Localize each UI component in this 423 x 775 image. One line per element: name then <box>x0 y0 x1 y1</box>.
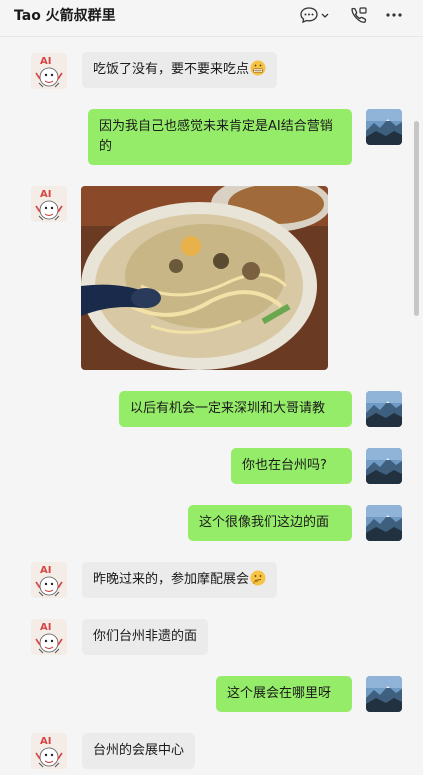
message-text: 你也在台州吗? <box>242 458 327 473</box>
message-bubble-incoming[interactable]: 吃饭了没有，要不要来吃点 <box>82 52 278 88</box>
avatar[interactable] <box>366 391 402 427</box>
phone-video-icon[interactable] <box>347 4 369 26</box>
message-text: 这个很像我们这边的面 <box>199 515 330 530</box>
message-bubble-outgoing[interactable]: 以后有机会一定来深圳和大哥请教 <box>119 391 352 427</box>
message-text: 以后有机会一定来深圳和大哥请教 <box>130 401 326 416</box>
avatar[interactable] <box>366 676 402 712</box>
chat-header: Tao 火箭叔群里 <box>0 0 423 37</box>
message-text: 台州的会展中心 <box>93 743 185 758</box>
message-list[interactable]: 吃饭了没有，要不要来吃点 因为我自己也感觉未来肯定是AI结合营销的 以后有机会一… <box>0 38 423 775</box>
more-icon[interactable] <box>383 4 405 26</box>
message-bubble-outgoing[interactable]: 这个展会在哪里呀 <box>216 676 352 712</box>
message-text: 昨晚过来的，参加摩配展会 <box>93 572 250 587</box>
message-bubble-incoming[interactable]: 台州的会展中心 <box>82 733 196 769</box>
avatar[interactable] <box>31 619 67 655</box>
avatar[interactable] <box>366 505 402 541</box>
avatar[interactable] <box>366 109 402 145</box>
avatar[interactable] <box>31 53 67 89</box>
message-text: 你们台州非遗的面 <box>93 629 198 644</box>
avatar[interactable] <box>31 562 67 598</box>
avatar[interactable] <box>31 186 67 222</box>
chevron-down-icon[interactable] <box>319 4 331 26</box>
message-text: 吃饭了没有，要不要来吃点 <box>93 62 250 77</box>
message-bubble-outgoing[interactable]: 这个很像我们这边的面 <box>188 505 352 541</box>
chat-title: Tao 火箭叔群里 <box>14 8 116 24</box>
avatar[interactable] <box>366 448 402 484</box>
noodle-soup-photo[interactable] <box>81 186 328 370</box>
message-bubble-outgoing[interactable]: 因为我自己也感觉未来肯定是AI结合营销的 <box>88 109 352 165</box>
message-text: 这个展会在哪里呀 <box>227 686 332 701</box>
message-bubble-outgoing[interactable]: 你也在台州吗? <box>231 448 352 484</box>
grimace-emoji-icon <box>250 60 266 76</box>
avatar[interactable] <box>31 733 67 769</box>
chat-bubble-icon[interactable] <box>298 4 320 26</box>
message-bubble-incoming[interactable]: 你们台州非遗的面 <box>82 619 209 655</box>
message-text: 因为我自己也感觉未来肯定是AI结合营销的 <box>99 119 333 154</box>
message-bubble-incoming[interactable]: 昨晚过来的，参加摩配展会 <box>82 562 278 598</box>
thinking-emoji-icon <box>250 570 266 586</box>
scrollbar[interactable] <box>414 121 419 316</box>
